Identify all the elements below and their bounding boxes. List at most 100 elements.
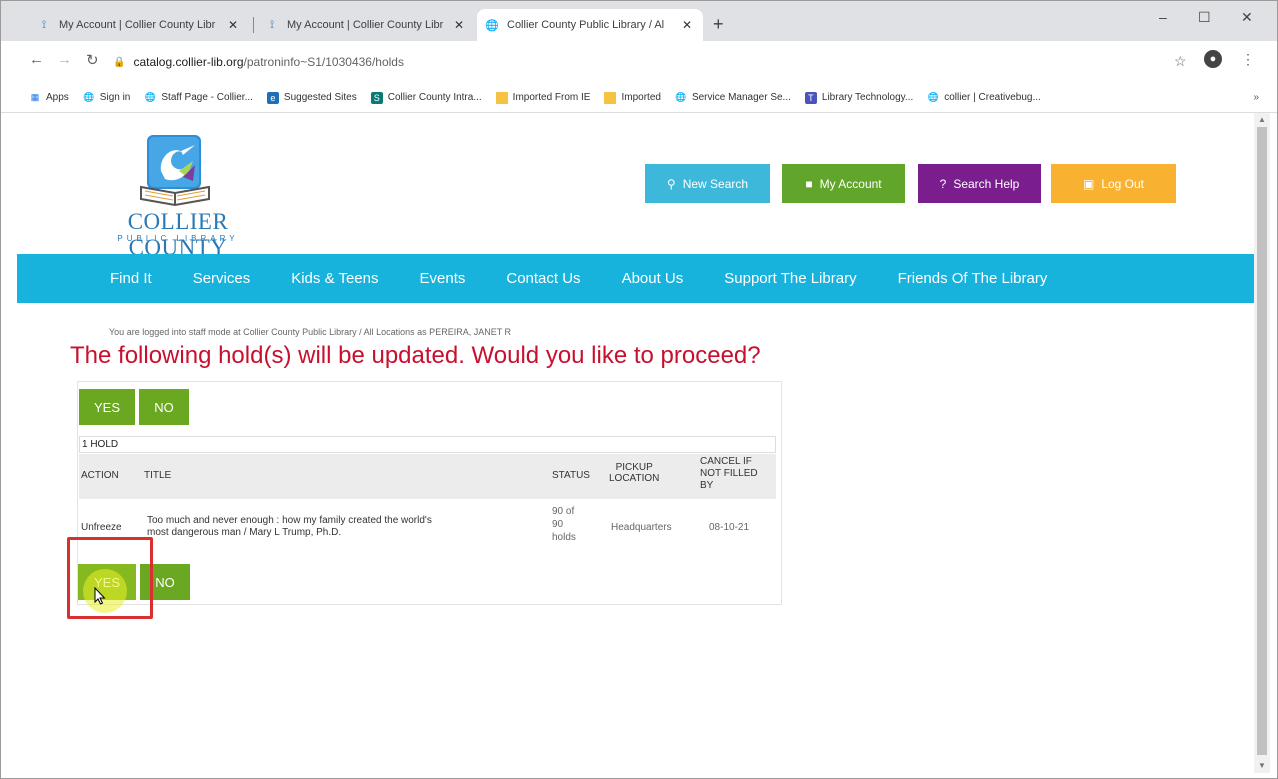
yes-button-top[interactable]: YES [79,389,135,425]
tab-close-icon[interactable]: ✕ [451,18,467,32]
nav-kids-teens[interactable]: Kids & Teens [291,270,378,287]
bookmark-creativebug[interactable]: 🌐 collier | Creativebug... [927,92,1041,104]
title-cell[interactable]: Too much and never enough : how my famil… [147,515,432,539]
close-window-button[interactable]: ✕ [1241,9,1253,26]
nav-contact-us[interactable]: Contact Us [506,270,580,287]
action-cell: Unfreeze [81,522,122,533]
users-icon: ■ [805,176,813,191]
forward-arrow-icon[interactable]: → [57,51,72,68]
globe-icon: 🌐 [144,92,156,102]
tab-title: Collier County Public Library / Al [507,19,665,31]
menu-kebab-icon[interactable]: ⋮ [1241,51,1255,68]
header-cancel-line1: CANCEL IF [700,456,752,467]
bookmark-label: Collier County Intra... [387,92,482,103]
bookmark-sign-in[interactable]: 🌐 Sign in [83,92,131,104]
title-line2: most dangerous man / Mary L Trump, Ph.D. [147,527,342,538]
nav-support-the-library[interactable]: Support The Library [724,270,856,287]
bookmark-label: Sign in [99,92,131,103]
bookmark-label: Imported From IE [512,92,591,103]
mouse-cursor-icon [94,587,106,605]
scroll-up-arrow-icon[interactable]: ▲ [1258,115,1266,124]
log-out-label: Log Out [1101,176,1145,191]
no-button-top[interactable]: NO [139,389,189,425]
holds-update-panel: YES NO 1 HOLD ACTION TITLE STATUS PICKUP… [77,381,782,605]
bookmark-service-manager[interactable]: 🌐 Service Manager Se... [675,92,791,104]
bookmark-label: Imported [621,92,661,103]
bookmark-label: Apps [46,92,69,103]
lock-icon: 🔒 [113,56,126,68]
globe-icon: 🌐 [927,92,939,102]
scroll-down-arrow-icon[interactable]: ▼ [1258,761,1266,770]
annotation-highlight-box [67,537,153,619]
logo-subtitle: PUBLIC LIBRARY [117,234,239,243]
bookmark-suggested-sites[interactable]: e Suggested Sites [266,91,357,104]
table-row: Unfreeze Too much and never enough : how… [79,502,776,554]
confirmation-prompt: The following hold(s) will be updated. W… [70,342,761,369]
header-pickup-location: PICKUP LOCATION [609,462,659,484]
main-navigation: Find It Services Kids & Teens Events Con… [17,254,1254,303]
nav-about-us[interactable]: About Us [622,270,684,287]
minimize-button[interactable]: – [1159,9,1167,25]
header-cancel-line3: BY [700,480,714,491]
globe-icon: 🌐 [675,92,687,102]
bookmark-star-icon[interactable]: ☆ [1174,53,1187,70]
pickup-cell: Headquarters [611,522,672,533]
holds-table-header: ACTION TITLE STATUS PICKUP LOCATION CANC… [79,454,776,499]
header-cancel-line2: NOT FILLED [700,468,758,479]
library-favicon-icon: ⟟ [269,18,275,31]
tab-my-account-2[interactable]: ⟟ My Account | Collier County Libr ✕ [257,9,475,41]
bookmark-label: Service Manager Se... [691,92,791,103]
url-host: catalog.collier-lib.org [133,55,244,69]
nav-friends-of-the-library[interactable]: Friends Of The Library [898,270,1048,287]
new-tab-button[interactable]: + [713,15,724,33]
title-line1: Too much and never enough : how my famil… [147,515,432,526]
address-bar[interactable]: 🔒 catalog.collier-lib.org/patroninfo~S1/… [113,48,1193,76]
tab-collier-county-public-library[interactable]: 🌐 Collier County Public Library / Al ✕ [477,9,703,41]
reload-icon[interactable]: ↻ [86,51,99,69]
status-line3: holds [552,532,576,543]
bookmark-library-technology[interactable]: T Library Technology... [804,91,914,104]
header-action: ACTION [81,470,119,481]
nav-find-it[interactable]: Find It [110,270,152,287]
folder-icon [495,91,508,104]
log-out-button[interactable]: ▣ Log Out [1051,164,1176,203]
globe-icon: 🌐 [485,19,499,32]
page-scrollbar[interactable]: ▲ ▼ [1254,113,1270,773]
bookmark-collier-intranet[interactable]: S Collier County Intra... [370,91,482,104]
bookmarks-overflow-icon[interactable]: » [1253,92,1259,103]
nav-services[interactable]: Services [193,270,251,287]
new-search-button[interactable]: ⚲ New Search [645,164,770,203]
new-search-label: New Search [682,176,749,191]
header-status: STATUS [552,470,590,481]
bookmark-label: Library Technology... [821,92,914,103]
bookmark-imported[interactable]: Imported [604,91,661,104]
header-cancel-if-not-filled-by: CANCEL IF NOT FILLED BY [700,456,758,492]
scrollbar-thumb[interactable] [1257,127,1267,755]
bookmark-staff-page[interactable]: 🌐 Staff Page - Collier... [144,92,253,104]
sharepoint-icon: S [370,91,383,104]
staff-mode-notice: You are logged into staff mode at Collie… [109,327,512,337]
header-title: TITLE [144,470,172,481]
tab-title: My Account | Collier County Libr [287,19,444,31]
bookmark-imported-from-ie[interactable]: Imported From IE [495,91,591,104]
header-pickup-line2: LOCATION [609,473,660,484]
maximize-button[interactable]: ☐ [1198,9,1211,26]
search-help-label: Search Help [953,176,1020,191]
folder-icon [604,91,617,104]
bookmark-apps[interactable]: ▦ Apps [29,92,69,104]
tab-my-account-1[interactable]: ⟟ My Account | Collier County Libr ✕ [29,9,249,41]
status-cell: 90 of 90 holds [552,505,576,544]
tab-separator [253,17,254,33]
my-account-button[interactable]: ■ My Account [782,164,905,203]
hold-count: 1 HOLD [79,436,776,453]
browser-window: ⟟ My Account | Collier County Libr ✕ ⟟ M… [0,0,1278,779]
profile-avatar-icon[interactable]: ● [1204,50,1222,68]
back-arrow-icon[interactable]: ← [29,51,44,68]
lock-icon: ▣ [1082,176,1095,191]
nav-events[interactable]: Events [420,270,466,287]
tab-close-icon[interactable]: ✕ [679,18,695,32]
tab-close-icon[interactable]: ✕ [225,18,241,32]
search-help-button[interactable]: ? Search Help [918,164,1041,203]
question-circle-icon: ? [939,176,947,191]
library-logo[interactable]: COLLIER COUNTY PUBLIC LIBRARY [83,131,273,260]
